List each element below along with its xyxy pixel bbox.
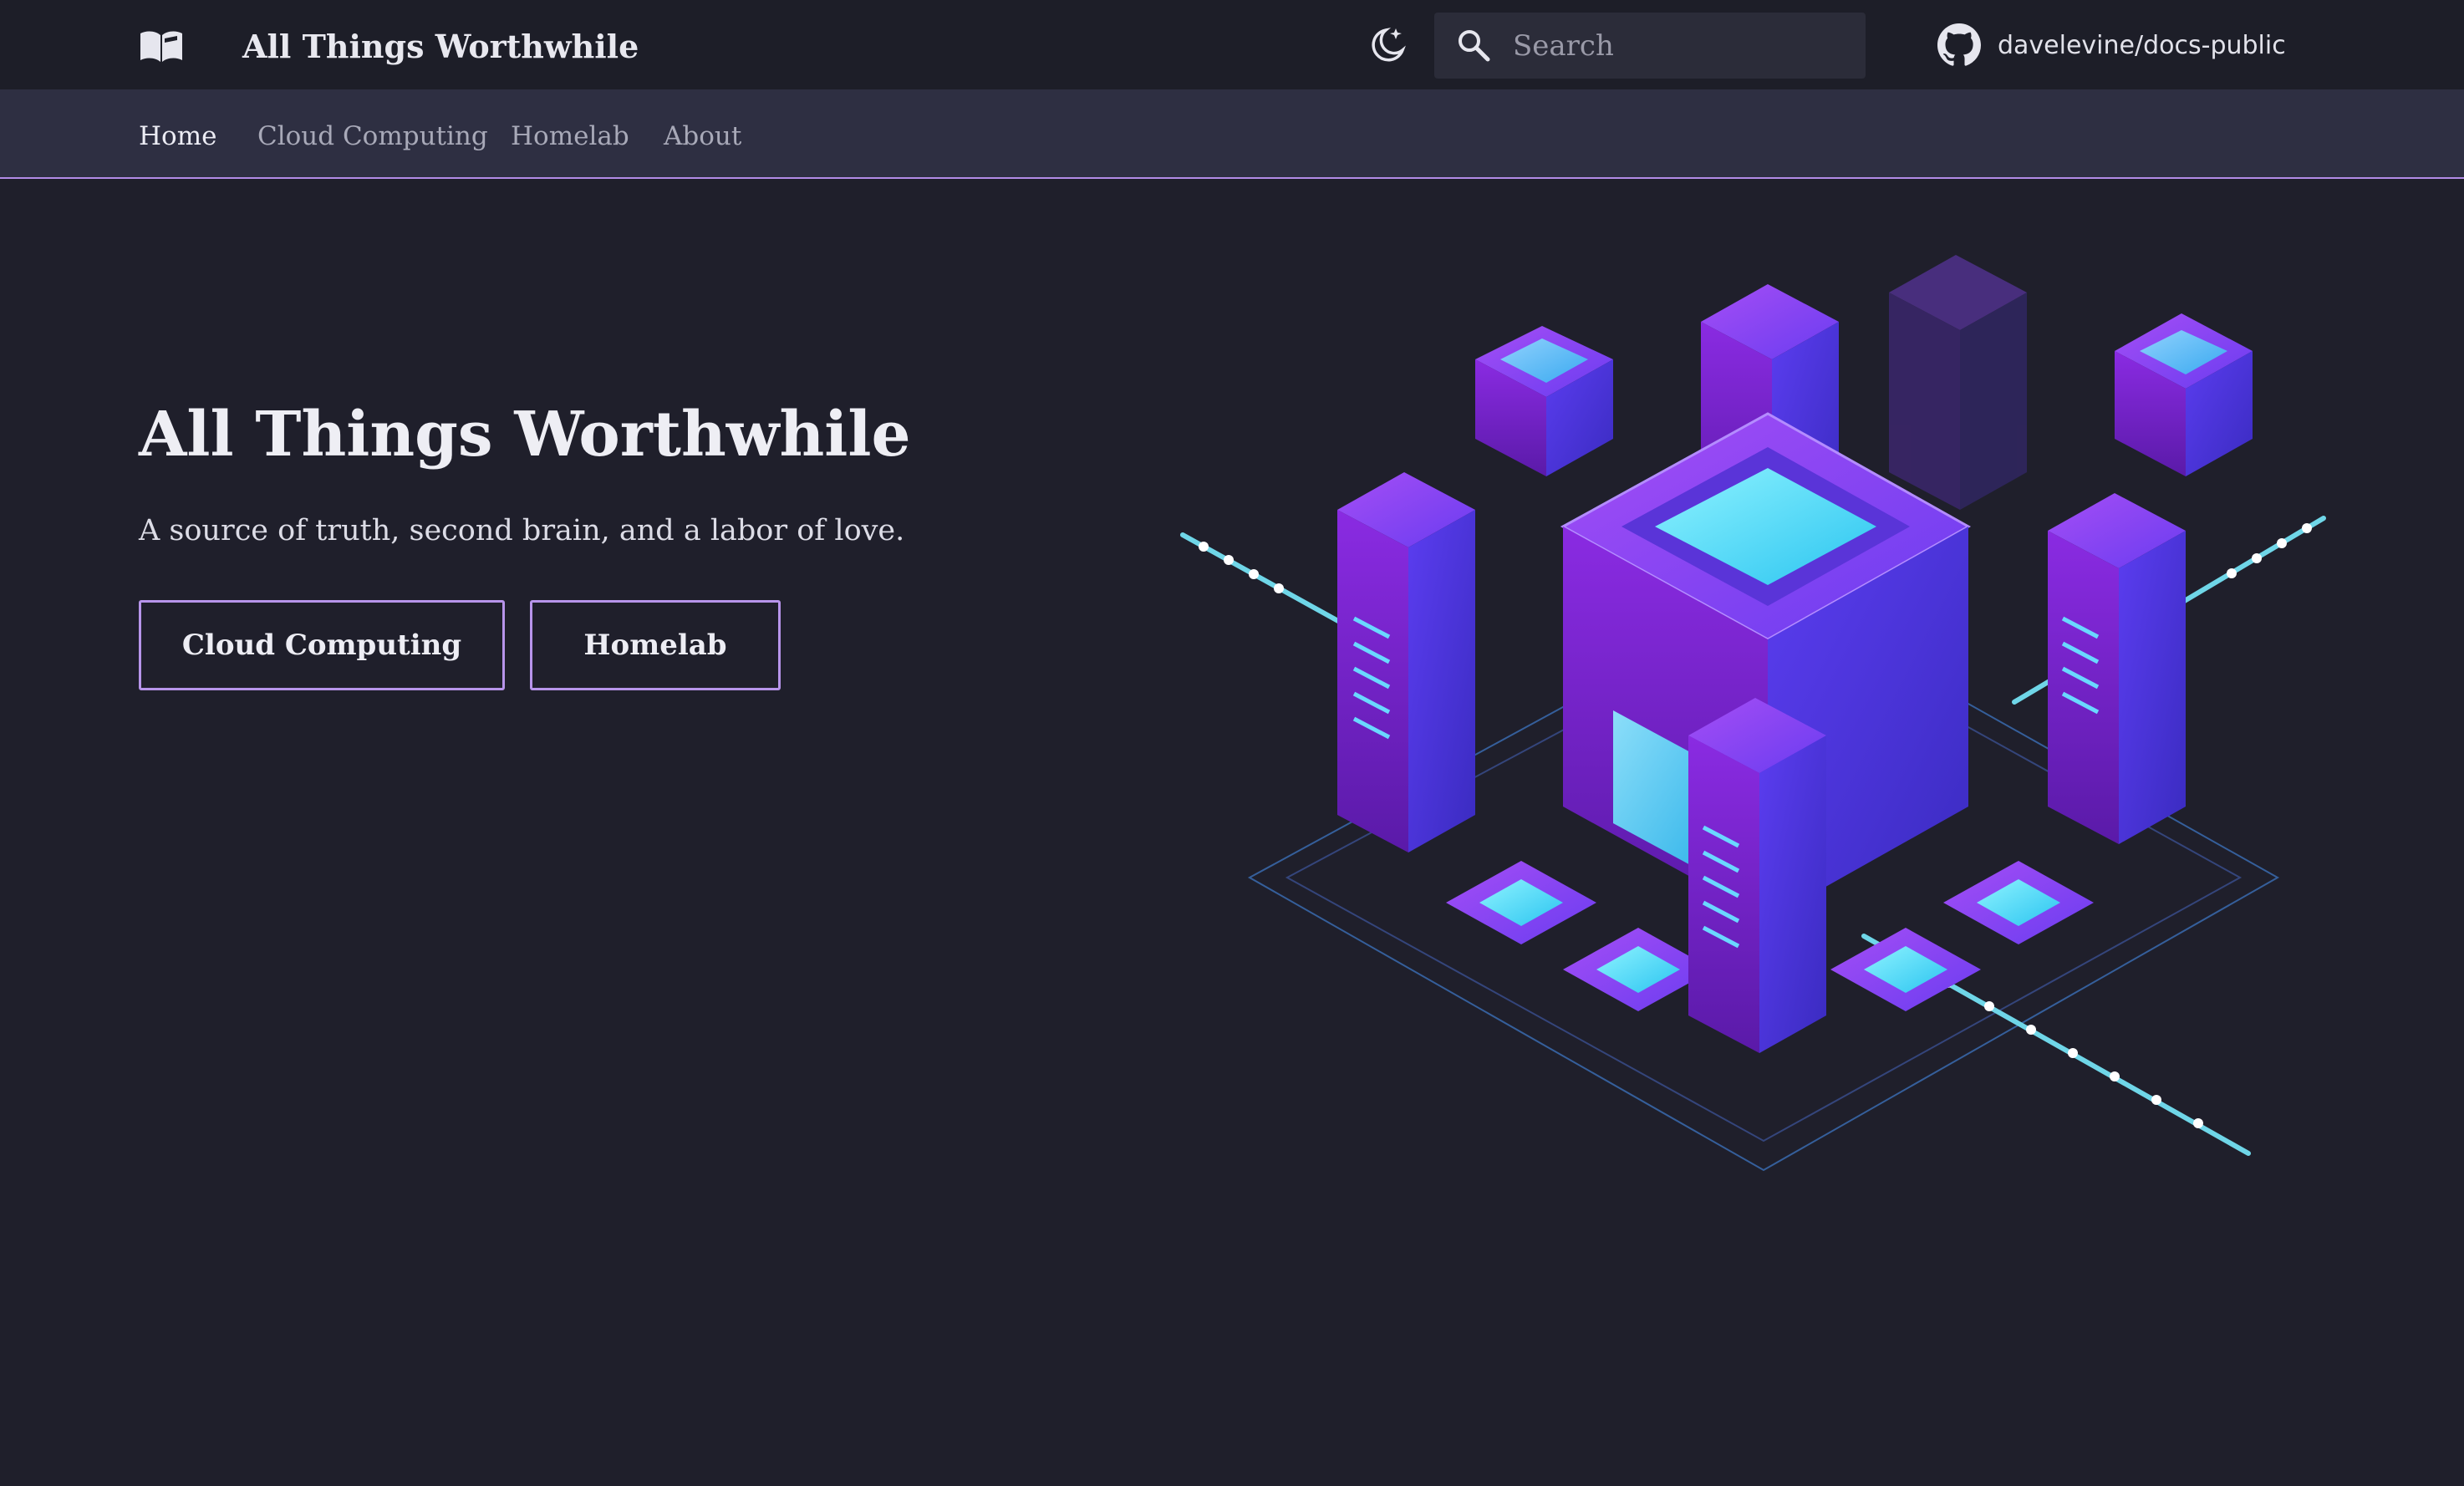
moon-stars-icon[interactable] xyxy=(1367,25,1408,65)
homelab-button[interactable]: Homelab xyxy=(530,600,781,690)
search-box[interactable] xyxy=(1434,13,1866,79)
tab-cloud-computing[interactable]: Cloud Computing xyxy=(257,89,488,177)
site-title[interactable]: All Things Worthwhile xyxy=(242,23,639,70)
search-input[interactable] xyxy=(1513,13,1847,79)
nav-tabs: Home Cloud Computing Homelab About xyxy=(0,89,2464,179)
tab-home[interactable]: Home xyxy=(139,89,216,177)
hero-subtitle: A source of truth, second brain, and a l… xyxy=(139,514,905,547)
tab-about[interactable]: About xyxy=(664,89,741,177)
repo-label: davelevine/docs-public xyxy=(1998,30,2286,60)
open-book-icon[interactable] xyxy=(139,28,184,64)
repo-link[interactable]: davelevine/docs-public xyxy=(1937,22,2286,69)
header-bar: All Things Worthwhile davelevine/docs-pu… xyxy=(0,0,2464,89)
cloud-computing-button[interactable]: Cloud Computing xyxy=(139,600,505,690)
github-icon xyxy=(1937,23,1981,66)
hero-title: All Things Worthwhile xyxy=(139,399,911,471)
tab-homelab[interactable]: Homelab xyxy=(511,89,629,177)
server-datacenter-illustration xyxy=(1180,255,2326,1172)
search-icon xyxy=(1459,30,1490,62)
